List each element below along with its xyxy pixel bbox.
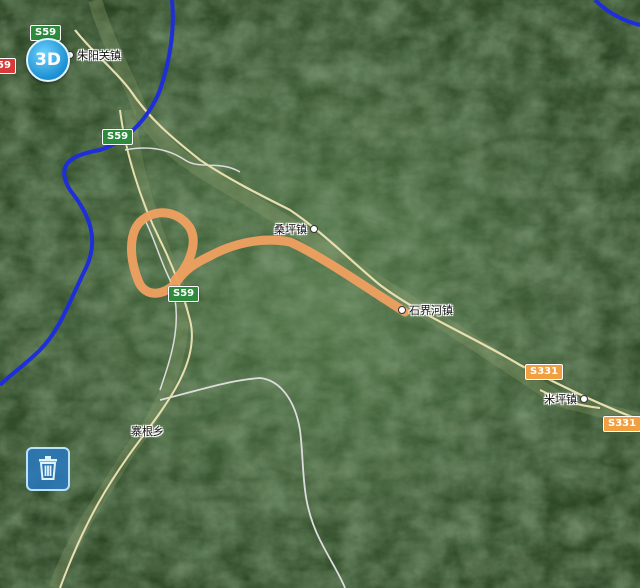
road-shield: S331	[525, 364, 564, 380]
3d-label: 3D	[35, 50, 61, 70]
river-line	[159, 377, 346, 588]
place-label[interactable]: 寨根乡	[131, 423, 164, 439]
road-shield: S59	[102, 129, 134, 145]
place-name: 桑坪镇	[274, 223, 307, 236]
3d-mode-button[interactable]: 3D	[26, 38, 70, 82]
place-name: 米坪镇	[544, 393, 577, 406]
place-label[interactable]: 米坪镇	[544, 391, 588, 407]
place-name: 朱阳关镇	[77, 49, 121, 62]
place-name: 石界河镇	[409, 304, 453, 317]
road-shield: S331	[603, 416, 640, 432]
boundary-line	[593, 0, 640, 27]
river-line	[144, 219, 178, 391]
place-label[interactable]: 石界河镇	[398, 302, 453, 318]
place-name: 寨根乡	[131, 425, 164, 438]
place-dot	[398, 306, 406, 314]
place-dot	[580, 395, 588, 403]
road-shield: 59	[0, 58, 16, 74]
delete-route-button[interactable]	[26, 447, 70, 491]
satellite-map[interactable]: 朱阳关镇 桑坪镇 石界河镇 米坪镇 寨根乡 S59 S59 S59 S331 S…	[0, 0, 640, 588]
place-label[interactable]: 朱阳关镇	[66, 47, 121, 63]
place-label[interactable]: 桑坪镇	[274, 221, 318, 237]
river-line	[124, 147, 241, 173]
overlay-layer	[0, 0, 640, 588]
road-shield: S59	[168, 286, 200, 302]
trash-icon	[36, 454, 60, 484]
place-dot	[310, 225, 318, 233]
